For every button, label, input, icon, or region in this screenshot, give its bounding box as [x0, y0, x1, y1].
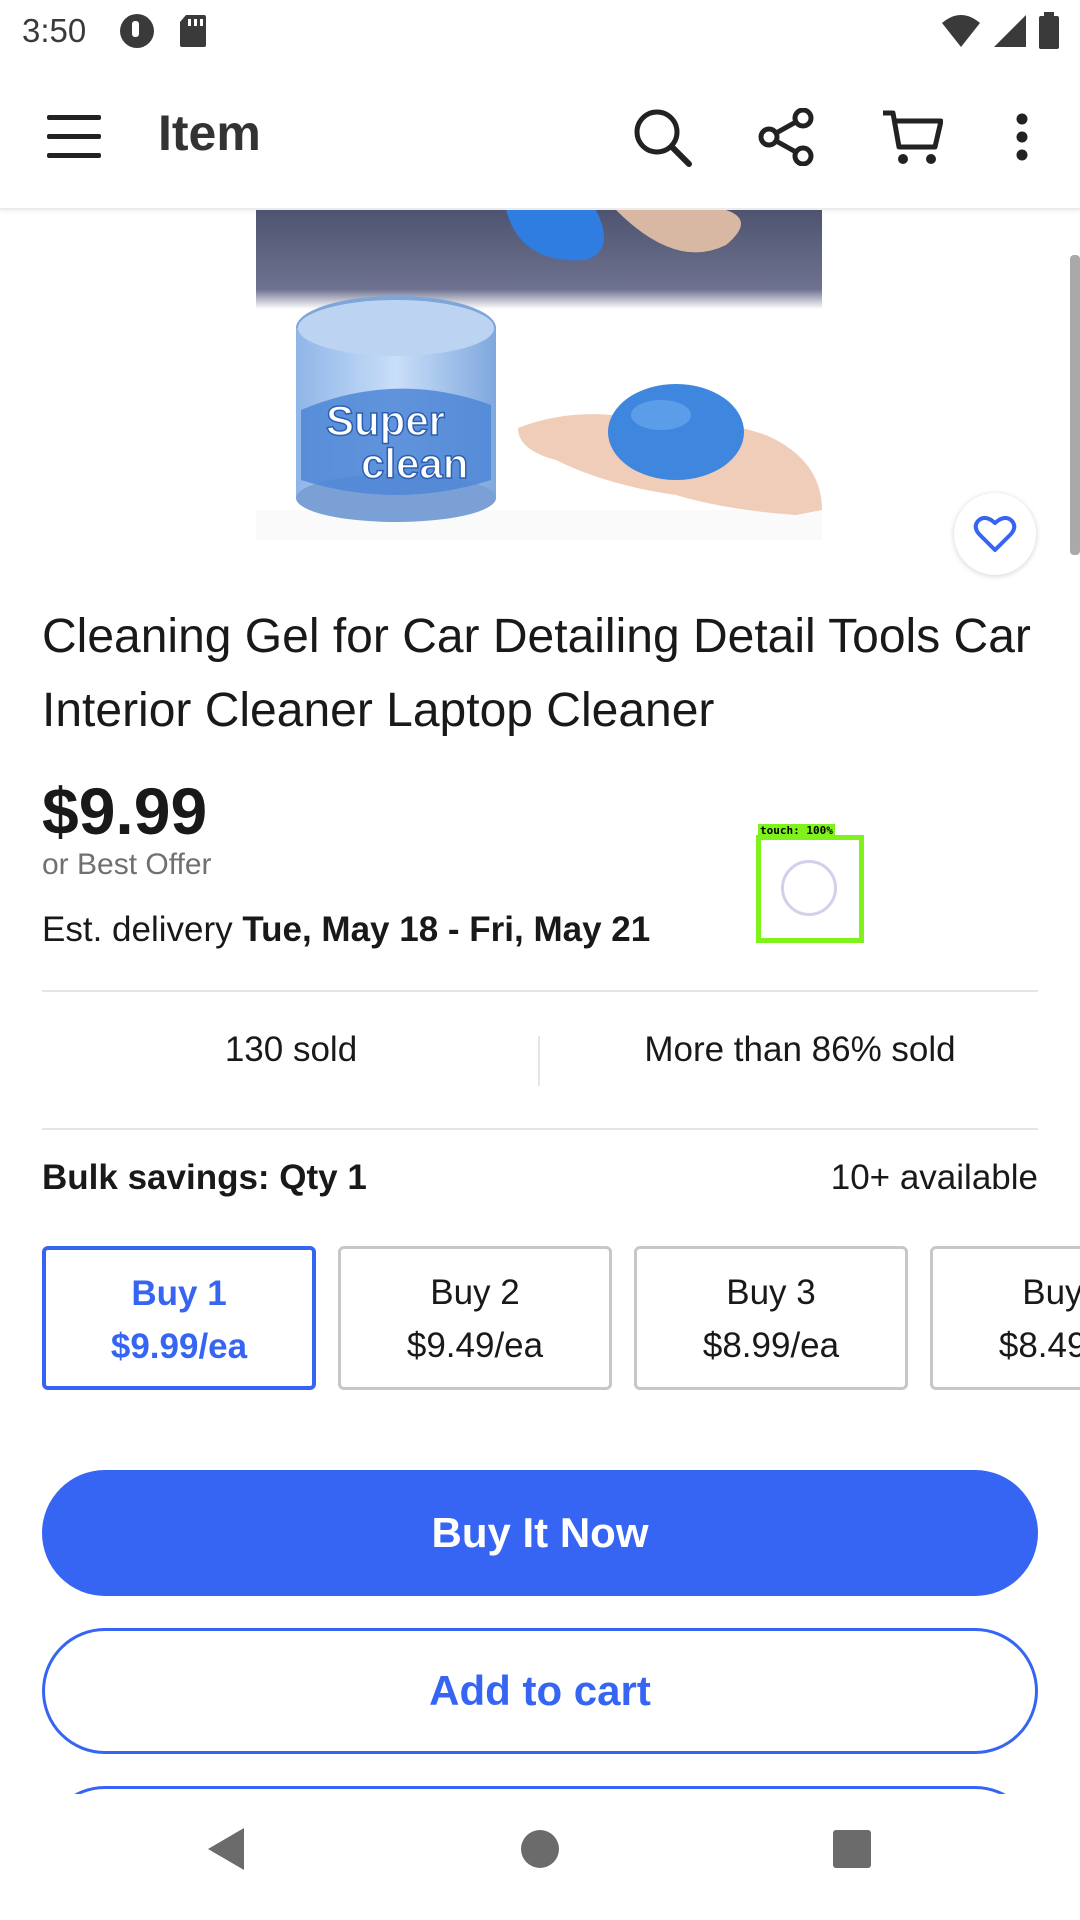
tier-price: $8.49/ea — [998, 1326, 1080, 1365]
status-time: 3:50 — [22, 12, 87, 49]
tier-label: Buy 4 — [1022, 1273, 1080, 1312]
sd-card-icon — [180, 15, 206, 47]
svg-text:Super: Super — [326, 397, 445, 444]
search-icon — [634, 109, 692, 167]
item-title: Cleaning Gel for Car Detailing Detail To… — [42, 610, 1031, 737]
tier-label: Buy 1 — [131, 1274, 227, 1313]
menu-button[interactable] — [36, 104, 112, 170]
tier-label: Buy 3 — [726, 1273, 816, 1312]
tier-price: $8.99/ea — [702, 1326, 840, 1365]
recents-square-icon — [833, 1830, 871, 1868]
status-bar: 3:50 — [0, 0, 1080, 66]
percent-sold: More than 86% sold — [644, 1030, 956, 1069]
cell-signal-icon — [994, 15, 1026, 47]
tier-price: $9.99/ea — [110, 1327, 248, 1366]
divider — [42, 1128, 1038, 1130]
bulk-tier-option[interactable]: Buy 4 $8.49/ea — [930, 1246, 1080, 1390]
product-photo: Super clean — [256, 210, 822, 540]
touch-point-indicator — [781, 860, 837, 916]
cart-icon — [883, 110, 943, 164]
menu-icon — [47, 115, 101, 158]
cart-button[interactable] — [870, 100, 954, 174]
home-circle-icon — [521, 1830, 559, 1868]
delivery-prefix: Est. delivery — [42, 910, 243, 949]
bulk-tier-option[interactable]: Buy 3 $8.99/ea — [634, 1246, 908, 1390]
tier-price: $9.49/ea — [406, 1326, 544, 1365]
product-image[interactable]: Super clean — [256, 210, 822, 540]
scrollbar[interactable] — [1070, 255, 1080, 555]
share-icon — [758, 108, 814, 166]
buy-it-now-button[interactable]: Buy It Now — [42, 1470, 1038, 1596]
watch-button[interactable] — [954, 493, 1036, 575]
bulk-tier-option[interactable]: Buy 2 $9.49/ea — [338, 1246, 612, 1390]
status-left-icons — [118, 12, 208, 50]
nav-back-button[interactable] — [196, 1814, 256, 1884]
notification-app-icon — [120, 14, 154, 48]
partially-visible-button[interactable] — [42, 1786, 1038, 1794]
page-title: Item — [158, 105, 261, 161]
more-vert-icon — [1016, 113, 1028, 161]
app-bar: Item — [0, 66, 1080, 210]
back-triangle-icon — [208, 1828, 244, 1870]
delivery-dates: Tue, May 18 - Fri, May 21 — [242, 910, 651, 949]
item-content[interactable]: Super clean Cleaning Gel for Car Detaili… — [0, 210, 1080, 1794]
bulk-savings-label: Bulk savings: Qty 1 — [42, 1158, 367, 1197]
nav-recents-button[interactable] — [820, 1814, 884, 1884]
more-options-button[interactable] — [998, 100, 1046, 174]
battery-icon — [1039, 12, 1059, 49]
search-button[interactable] — [620, 100, 704, 174]
status-right-icons — [940, 12, 1060, 50]
nav-home-button[interactable] — [508, 1814, 572, 1884]
bulk-tier-list[interactable]: Buy 1 $9.99/ea Buy 2 $9.49/ea Buy 3 $8.9… — [42, 1246, 1080, 1396]
best-offer-text: or Best Offer — [42, 848, 212, 881]
system-nav-bar — [0, 1794, 1080, 1920]
heart-icon — [973, 516, 1017, 552]
touch-overlay-box — [756, 835, 864, 943]
add-to-cart-button[interactable]: Add to cart — [42, 1628, 1038, 1754]
tier-label: Buy 2 — [430, 1273, 520, 1312]
wifi-icon — [942, 15, 980, 47]
share-button[interactable] — [744, 100, 828, 174]
sold-count: 130 sold — [224, 1030, 358, 1069]
svg-text:clean: clean — [361, 440, 468, 487]
estimated-delivery: Est. delivery Tue, May 18 - Fri, May 21 — [42, 910, 650, 950]
bulk-tier-option[interactable]: Buy 1 $9.99/ea — [42, 1246, 316, 1390]
quantity-available: 10+ available — [830, 1158, 1038, 1197]
item-price: $9.99 — [42, 774, 208, 848]
divider — [42, 990, 1038, 992]
